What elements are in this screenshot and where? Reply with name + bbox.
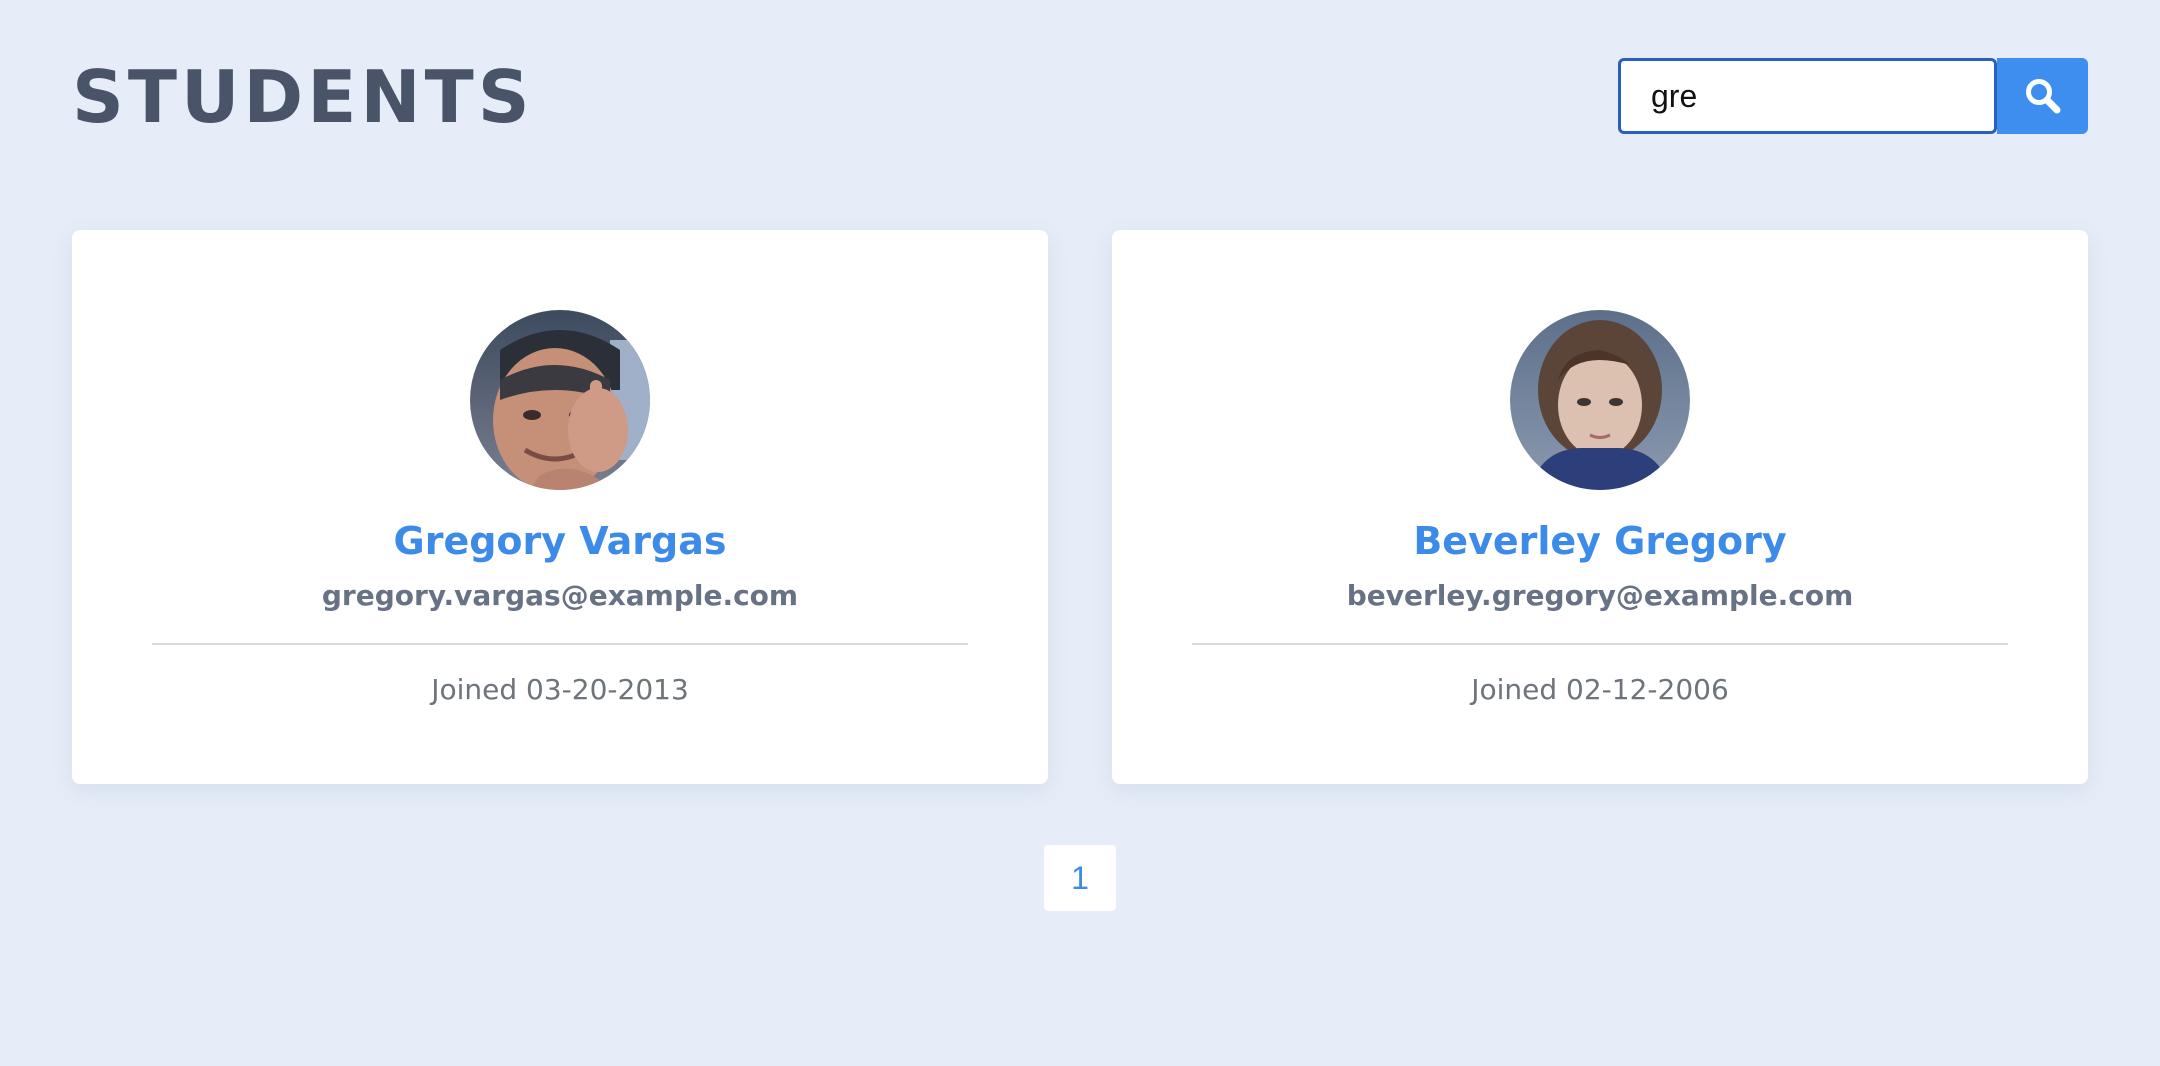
- student-name[interactable]: Beverley Gregory: [1112, 516, 2088, 566]
- search-button[interactable]: [1997, 58, 2088, 134]
- card-divider: [1192, 643, 2008, 645]
- joined-date: Joined 02-12-2006: [1471, 673, 1729, 706]
- search-input[interactable]: [1618, 58, 1997, 134]
- student-name[interactable]: Gregory Vargas: [72, 516, 1048, 566]
- page-title: STUDENTS: [72, 55, 534, 139]
- student-card: Beverley Gregory beverley.gregory@exampl…: [1112, 230, 2088, 784]
- student-email: gregory.vargas@example.com: [321, 579, 799, 612]
- pagination-page-1[interactable]: 1: [1044, 845, 1116, 911]
- card-divider: [152, 643, 968, 645]
- student-email: beverley.gregory@example.com: [1346, 579, 1854, 612]
- avatar-photo: [1510, 310, 1690, 490]
- student-card: Gregory Vargas gregory.vargas@example.co…: [72, 230, 1048, 784]
- avatar: [470, 310, 650, 490]
- avatar-photo: [470, 310, 650, 490]
- search-icon: [2025, 79, 2060, 114]
- search-form: [1618, 58, 2088, 134]
- avatar: [1510, 310, 1690, 490]
- joined-date: Joined 03-20-2013: [431, 673, 689, 706]
